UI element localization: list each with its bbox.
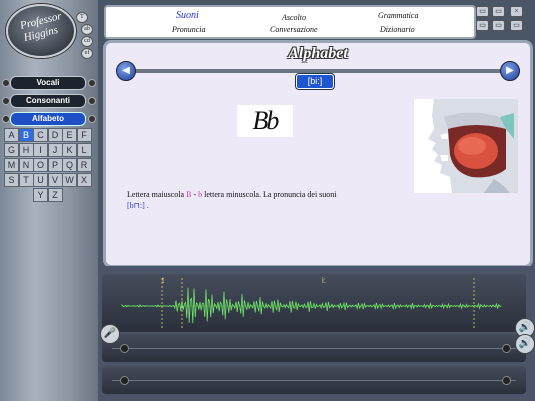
tab-ascolto[interactable]: Ascolto [282, 13, 306, 22]
phonetic-button[interactable]: [bi:] [296, 74, 334, 89]
sidebar-button-consonanti[interactable]: Consonanti [10, 94, 86, 108]
tab-grammatica[interactable]: Grammatica [378, 11, 418, 20]
letter-glyph: Bb [237, 105, 293, 137]
letter-key-d[interactable]: D [47, 128, 63, 142]
close-icon[interactable]: × [510, 6, 523, 17]
tab-conversazione[interactable]: Conversazione [270, 25, 318, 34]
letter-key-h[interactable]: H [18, 143, 34, 157]
track-knob-left[interactable] [120, 376, 129, 385]
letter-key-k[interactable]: K [62, 143, 77, 157]
desc-text: Lettera maiuscola [127, 190, 185, 199]
phonetic-transcription[interactable]: [b⊓:] . [127, 201, 149, 210]
toolbar-icon-4[interactable]: ▭ [492, 20, 505, 31]
waveform-track: t i: [102, 274, 526, 332]
recording-track-1[interactable] [102, 334, 526, 362]
tab-pronuncia[interactable]: Pronuncia [172, 25, 205, 34]
waveform-line [121, 287, 502, 324]
letter-key-l[interactable]: L [76, 143, 92, 157]
letter-key-q[interactable]: Q [62, 158, 77, 172]
prev-arrow-icon[interactable]: ◀ [116, 61, 136, 81]
letter-key-t[interactable]: T [18, 173, 34, 187]
letter-key-e[interactable]: E [62, 128, 77, 142]
letter-key-a[interactable]: A [4, 128, 19, 142]
letter-key-y[interactable]: Y [33, 188, 48, 202]
lowercase-letter: b [198, 190, 203, 199]
mini-button-4[interactable]: ef [81, 48, 93, 59]
page-title: Alphabet [288, 45, 348, 62]
letter-key-p[interactable]: P [47, 158, 63, 172]
toolbar-icon-1[interactable]: ▭ [476, 6, 489, 17]
main-panel: Alphabet ◀ ▶ [bi:] Bb Lettera maiuscola … [103, 40, 533, 268]
top-navigation: Suoni Pronuncia Ascolto Conversazione Gr… [104, 5, 476, 39]
letter-key-z[interactable]: Z [47, 188, 63, 202]
letter-key-g[interactable]: G [4, 143, 19, 157]
sidebar-dot [88, 115, 96, 123]
letter-key-o[interactable]: O [33, 158, 48, 172]
letter-key-n[interactable]: N [18, 158, 34, 172]
letter-key-j[interactable]: J [47, 143, 63, 157]
desc-text: lettera minuscola. La pronuncia dei suon… [204, 190, 337, 199]
letter-key-f[interactable]: F [76, 128, 92, 142]
sidebar-dot [88, 79, 96, 87]
sidebar: Professor Higgins T ab cd ef Vocali Cons… [0, 0, 98, 401]
dash: - [193, 190, 197, 199]
title-rail [122, 69, 514, 73]
track-line [112, 380, 516, 381]
letter-key-m[interactable]: M [4, 158, 19, 172]
track-knob-right[interactable] [502, 344, 511, 353]
next-arrow-icon[interactable]: ▶ [500, 61, 520, 81]
letter-key-r[interactable]: R [76, 158, 92, 172]
recording-track-2[interactable] [102, 366, 526, 394]
waveform-panel: t i: 🎤 🔊 🔊 [98, 266, 535, 401]
mouth-diagram-image [414, 99, 518, 193]
letter-key-x[interactable]: X [76, 173, 92, 187]
letter-key-v[interactable]: V [47, 173, 63, 187]
uppercase-letter: B [186, 190, 192, 199]
toolbar-icon-3[interactable]: ▭ [476, 20, 489, 31]
speaker-icon[interactable]: 🔊 [515, 334, 535, 354]
mini-button-2[interactable]: ab [81, 24, 93, 35]
sidebar-dot [2, 115, 10, 123]
toolbar-icon-5[interactable]: ▭ [510, 20, 523, 31]
sidebar-dot [2, 97, 10, 105]
track-knob-right[interactable] [502, 376, 511, 385]
professor-higgins-logo[interactable]: Professor Higgins [6, 4, 76, 58]
letter-key-u[interactable]: U [33, 173, 48, 187]
sidebar-dot [88, 97, 96, 105]
tab-dizionario[interactable]: Dizionario [380, 25, 415, 34]
letter-key-s[interactable]: S [4, 173, 19, 187]
mini-button-t[interactable]: T [76, 12, 88, 23]
waveform-graph [121, 278, 502, 330]
letter-key-b[interactable]: B [18, 128, 34, 142]
track-line [112, 348, 516, 349]
sidebar-button-vocali[interactable]: Vocali [10, 76, 86, 90]
letter-key-i[interactable]: I [33, 143, 48, 157]
letter-key-w[interactable]: W [62, 173, 77, 187]
toolbar-icon-2[interactable]: ▭ [492, 6, 505, 17]
letter-key-c[interactable]: C [33, 128, 48, 142]
marker-vowel-label: i: [322, 276, 326, 285]
sidebar-dot [2, 79, 10, 87]
microphone-icon[interactable]: 🎤 [100, 324, 120, 344]
letter-description: Lettera maiuscola B - b lettera minuscol… [127, 189, 397, 211]
tab-suoni[interactable]: Suoni [176, 10, 199, 21]
sidebar-button-alfabeto[interactable]: Alfabeto [10, 112, 86, 126]
marker-start-label: t [162, 276, 165, 285]
mini-button-3[interactable]: cd [81, 36, 93, 47]
track-knob-left[interactable] [120, 344, 129, 353]
